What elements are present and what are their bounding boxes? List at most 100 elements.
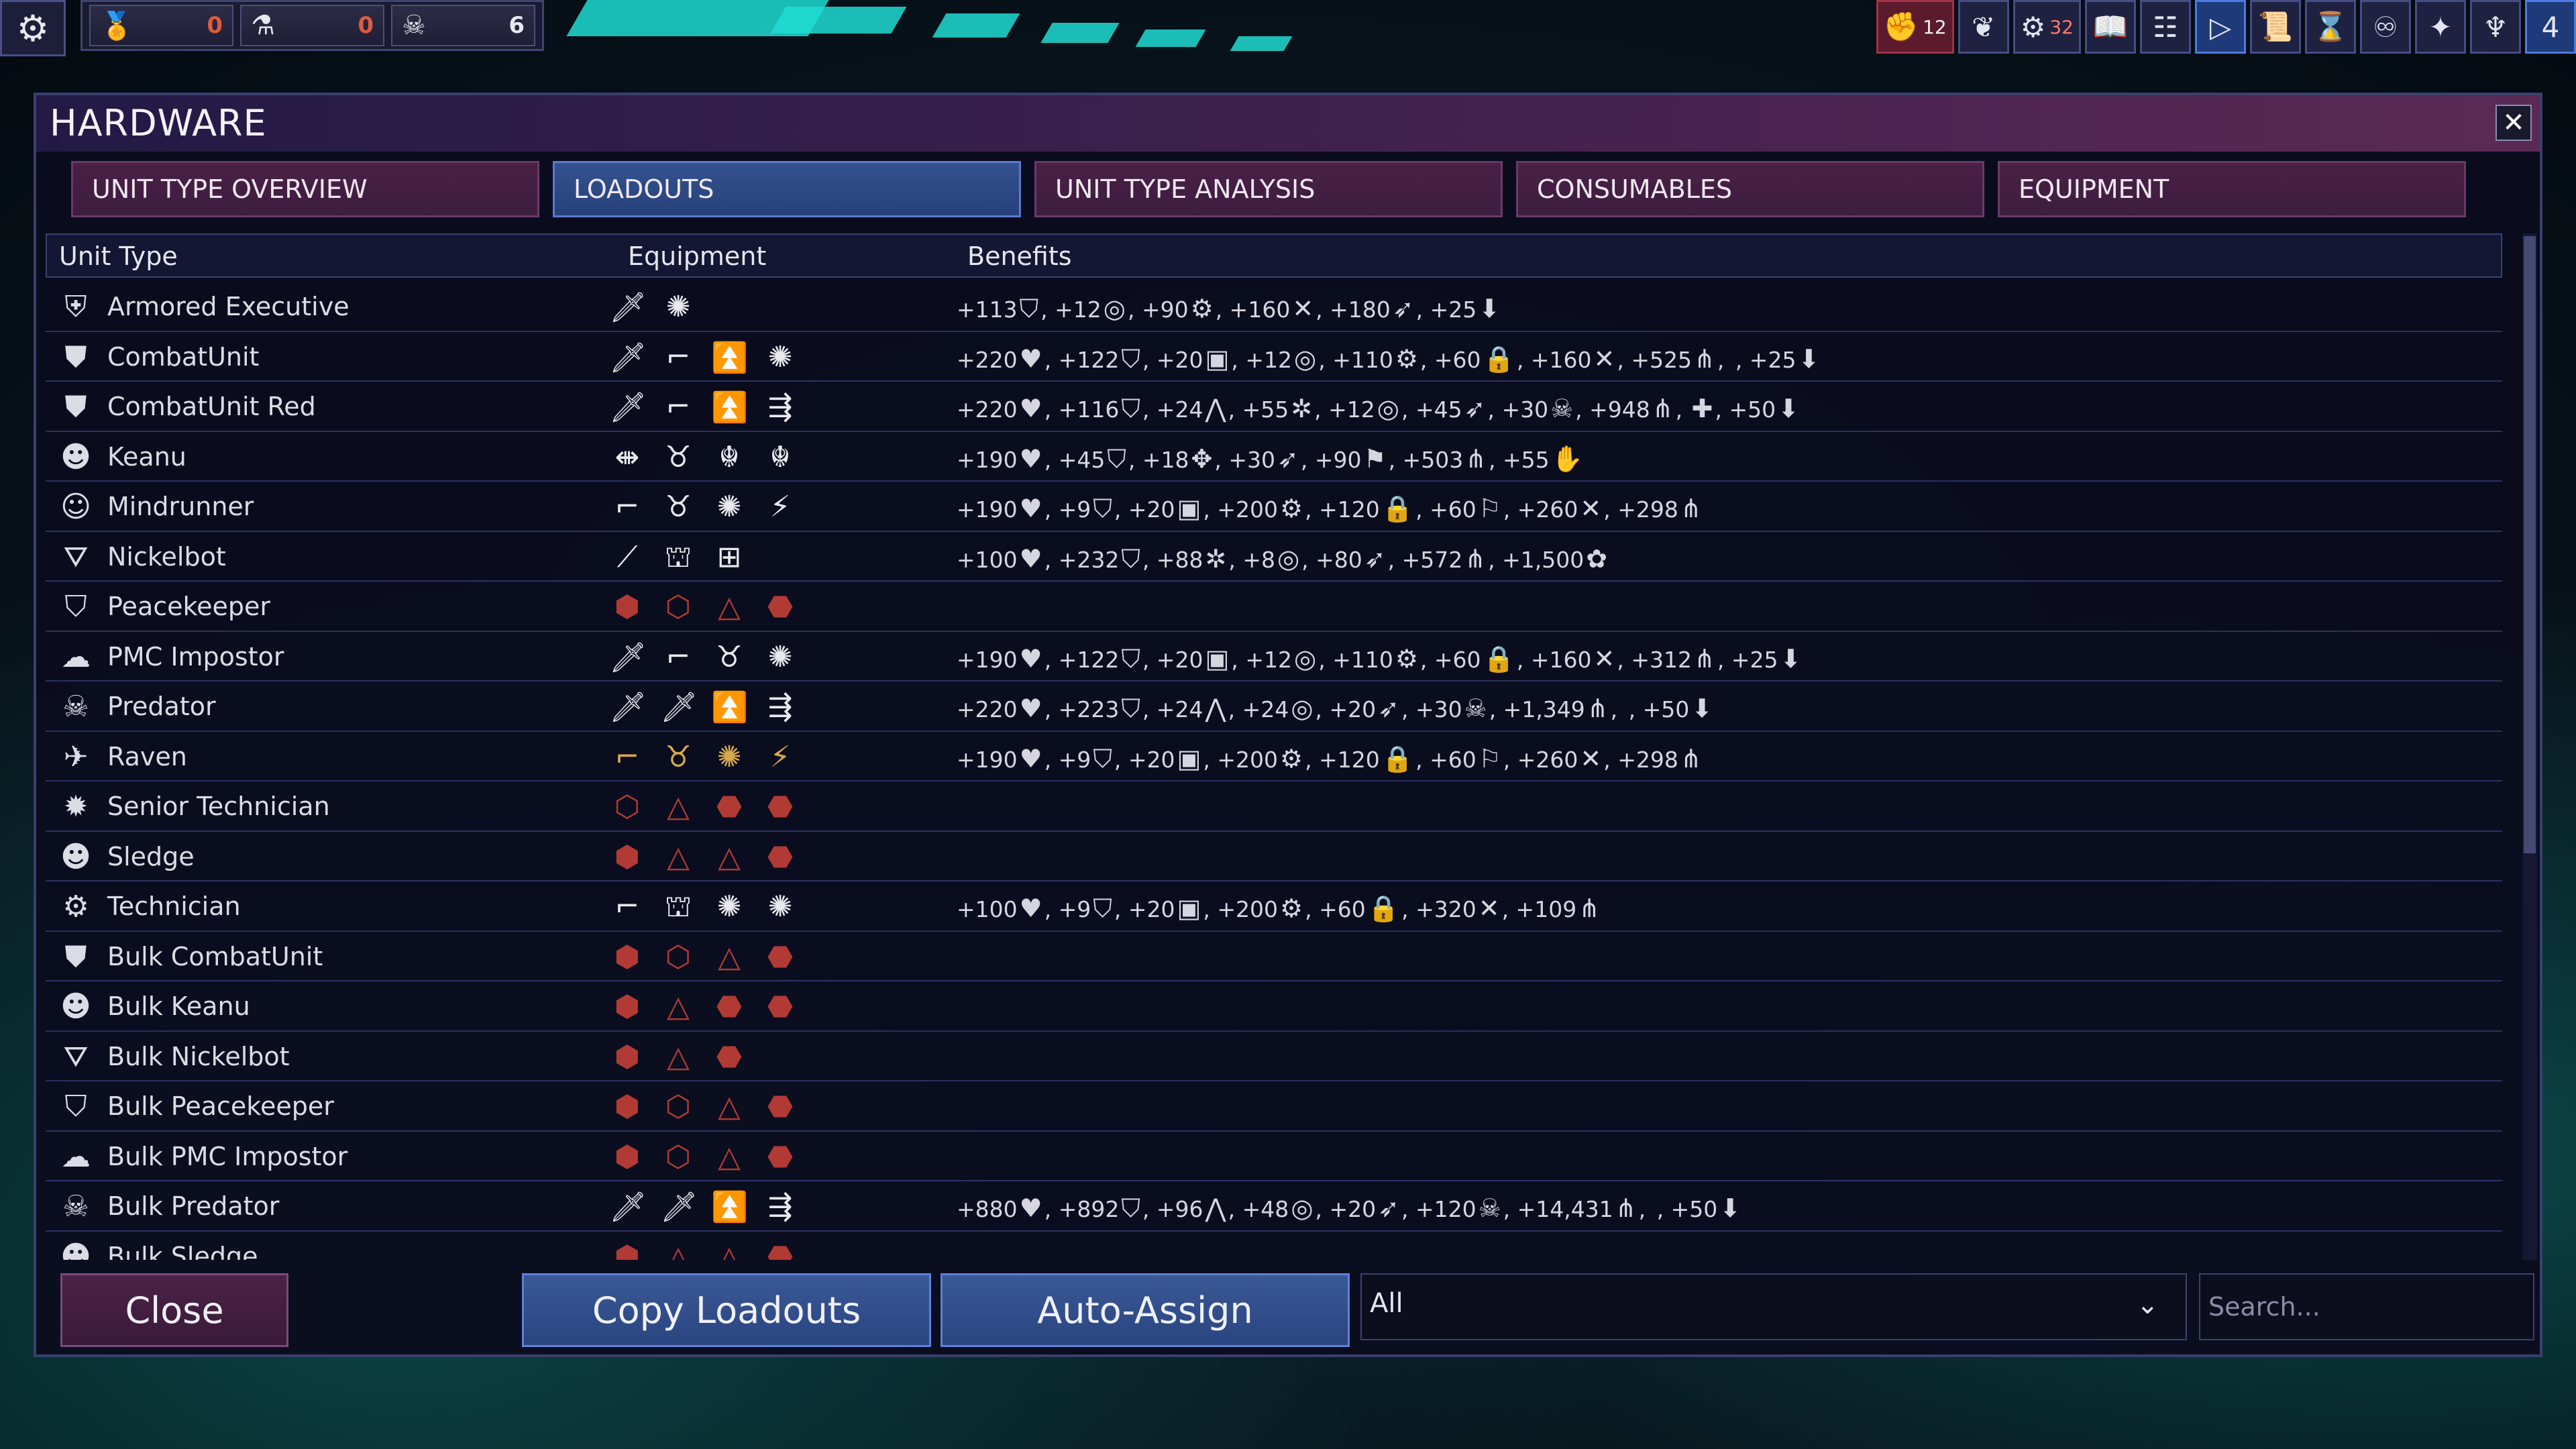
table-row[interactable]: ⛊ Bulk CombatUnit ⬢ ⬡ △ ⬣	[46, 932, 2502, 981]
filter-dropdown[interactable]: All ⌄	[1360, 1273, 2187, 1340]
copy-loadouts-button[interactable]: Copy Loadouts	[522, 1273, 931, 1347]
missing-equipment-icon[interactable]: △	[711, 840, 747, 874]
missing-equipment-icon[interactable]: ⬣	[762, 590, 798, 624]
equipment-icon[interactable]: ☬	[762, 440, 798, 474]
missing-equipment-icon[interactable]: ⬡	[660, 590, 696, 624]
play-button[interactable]: ▷	[2195, 0, 2246, 54]
search-input[interactable]	[2199, 1273, 2534, 1340]
missing-equipment-icon[interactable]: ⬡	[660, 1140, 696, 1174]
hourglass-button[interactable]: ⌛	[2305, 0, 2356, 54]
missing-equipment-icon[interactable]: ⬡	[660, 1089, 696, 1124]
close-button[interactable]: Close	[60, 1273, 288, 1347]
equipment-icon[interactable]: ✺	[762, 340, 798, 375]
table-row[interactable]: ☻ Keanu ⇼ ♉ ☬ ☬ +190♥, +45⛉, +18✥, +30➶, +90⚑,…	[46, 432, 2502, 482]
missing-equipment-icon[interactable]: ⬢	[609, 989, 645, 1024]
table-row[interactable]: ⛉ Peacekeeper ⬢ ⬡ △ ⬣	[46, 582, 2502, 632]
equipment-icon[interactable]: ☬	[711, 440, 747, 474]
equipment-icon[interactable]: ⇶	[762, 1189, 798, 1224]
table-row[interactable]: ⛉ Bulk Peacekeeper ⬢ ⬡ △ ⬣	[46, 1081, 2502, 1132]
number-button[interactable]: 4	[2525, 0, 2576, 54]
table-row[interactable]: ⛊ CombatUnit Red 🗡 ⌐ ⏫ ⇶ +220♥, +116⛉, +24⋀, +…	[46, 382, 2502, 432]
table-row[interactable]: ⚙ Technician ⌐ ⛫ ✺ ✺ +100♥, +9⛉, +20▣, +200⚙, …	[46, 881, 2502, 932]
missing-equipment-icon[interactable]: ⬢	[609, 1240, 645, 1260]
scrollbar-thumb[interactable]	[2524, 236, 2536, 853]
equipment-icon[interactable]: ⚡	[762, 490, 798, 524]
levels-button[interactable]: ☷	[2140, 0, 2191, 54]
missing-equipment-icon[interactable]: △	[660, 840, 696, 874]
equipment-icon[interactable]: ♉	[660, 490, 696, 524]
table-row[interactable]: ☠ Predator 🗡 🗡 ⏫ ⇶ +220♥, +223⛉, +24⋀, +24◎, +…	[46, 682, 2502, 732]
missing-equipment-icon[interactable]: ⬢	[609, 940, 645, 974]
equipment-icon[interactable]: ⇶	[762, 690, 798, 724]
emblem-button[interactable]: ✦	[2415, 0, 2466, 54]
equipment-icon[interactable]: ⌐	[609, 890, 645, 928]
missing-equipment-icon[interactable]: ⬣	[762, 790, 798, 824]
equipment-icon[interactable]: ♉	[660, 440, 696, 474]
equipment-icon[interactable]: ⌐	[609, 490, 645, 524]
table-row[interactable]: ☻ Sledge ⬢ △ △ ⬣	[46, 832, 2502, 881]
equipment-icon[interactable]: ⛫	[660, 890, 696, 928]
equipment-icon[interactable]: ✺	[711, 490, 747, 524]
table-row[interactable]: ☠ Bulk Predator 🗡 🗡 ⏫ ⇶ +880♥, +892⛉, +96⋀, +4…	[46, 1181, 2502, 1232]
equipment-icon[interactable]: ✺	[762, 890, 798, 928]
missing-equipment-icon[interactable]: ⬣	[711, 989, 747, 1024]
missing-equipment-icon[interactable]: ⬢	[609, 1140, 645, 1174]
equipment-icon[interactable]: ♉	[660, 740, 696, 774]
book-button[interactable]: 📖	[2085, 0, 2136, 54]
equipment-icon[interactable]: 🗡	[609, 290, 647, 325]
scroll-button[interactable]: 📜	[2250, 0, 2301, 54]
missing-equipment-icon[interactable]: ⬢	[609, 590, 645, 624]
missing-equipment-icon[interactable]: △	[711, 1240, 747, 1260]
table-row[interactable]: ⛨ Armored Executive 🗡 ✺ +113⛉, +12◎, +90⚙, +…	[46, 282, 2502, 332]
missing-equipment-icon[interactable]: △	[660, 989, 696, 1024]
table-row[interactable]: ⛊ CombatUnit 🗡 ⌐ ⏫ ✺ +220♥, +122⛉, +20▣, +12◎,…	[46, 332, 2502, 382]
table-row[interactable]: ☻ Bulk Sledge ⬢ △ △ ⬣	[46, 1232, 2502, 1260]
auto-assign-button[interactable]: Auto-Assign	[941, 1273, 1350, 1347]
laurel-button[interactable]: ❦	[1957, 0, 2009, 54]
gear-alert-button[interactable]: ⚙ 32	[2012, 0, 2081, 54]
missing-equipment-icon[interactable]: △	[711, 1089, 747, 1124]
table-row[interactable]: ☻ Bulk Keanu ⬢ △ ⬣ ⬣	[46, 981, 2502, 1032]
equipment-icon[interactable]: ⌐	[660, 340, 696, 375]
missing-equipment-icon[interactable]: ⬣	[711, 790, 747, 824]
missing-equipment-icon[interactable]: △	[660, 1240, 696, 1260]
missing-equipment-icon[interactable]: ⬣	[711, 1040, 747, 1074]
close-window-button[interactable]: ✕	[2496, 105, 2532, 141]
table-row[interactable]: ☺ Mindrunner ⌐ ♉ ✺ ⚡ +190♥, +9⛉, +20▣, +200⚙, …	[46, 482, 2502, 532]
trident-button[interactable]: ♆	[2470, 0, 2521, 54]
equipment-icon[interactable]: ⏫	[711, 340, 748, 375]
equipment-icon[interactable]: ⚡	[762, 740, 798, 774]
missing-equipment-icon[interactable]: ⬣	[762, 1089, 798, 1124]
missing-equipment-icon[interactable]: △	[660, 790, 696, 824]
settings-button[interactable]: ⚙	[0, 0, 66, 56]
tab-loadouts[interactable]: LOADOUTS	[553, 161, 1021, 217]
tab-unit-type-analysis[interactable]: UNIT TYPE ANALYSIS	[1034, 161, 1503, 217]
missing-equipment-icon[interactable]: ⬢	[609, 840, 645, 874]
missing-equipment-icon[interactable]: △	[711, 1140, 747, 1174]
equipment-icon[interactable]: ✺	[660, 290, 696, 325]
brain-button[interactable]: ♾	[2360, 0, 2411, 54]
missing-equipment-icon[interactable]: ⬣	[762, 1240, 798, 1260]
missing-equipment-icon[interactable]: △	[711, 590, 747, 624]
fist-button[interactable]: ✊ 12	[1876, 0, 1954, 54]
tab-consumables[interactable]: CONSUMABLES	[1516, 161, 1984, 217]
equipment-icon[interactable]: ⌐	[660, 390, 696, 425]
table-row[interactable]: ⛛ Nickelbot ⟋ ⛫ ⊞ +100♥, +232⛉, +88✲, +8◎, +8…	[46, 532, 2502, 582]
equipment-icon[interactable]: 🗡	[609, 340, 647, 375]
table-row[interactable]: ✈ Raven ⌐ ♉ ✺ ⚡ +190♥, +9⛉, +20▣, +200⚙, +120🔒…	[46, 732, 2502, 782]
missing-equipment-icon[interactable]: ⬢	[609, 1040, 645, 1074]
equipment-icon[interactable]: ⇶	[762, 390, 798, 425]
missing-equipment-icon[interactable]: ⬣	[762, 989, 798, 1024]
missing-equipment-icon[interactable]: ⬣	[762, 1140, 798, 1174]
equipment-icon[interactable]: 🗡	[609, 1189, 647, 1224]
missing-equipment-icon[interactable]: △	[660, 1040, 696, 1074]
missing-equipment-icon[interactable]: ⬣	[762, 940, 798, 974]
tab-equipment[interactable]: EQUIPMENT	[1998, 161, 2466, 217]
table-row[interactable]: ☁ Bulk PMC Impostor ⬢ ⬡ △ ⬣	[46, 1132, 2502, 1181]
equipment-icon[interactable]: 🗡	[609, 390, 647, 425]
equipment-icon[interactable]: 🗡	[609, 640, 647, 675]
scrollbar[interactable]	[2522, 233, 2537, 1260]
equipment-icon[interactable]: ⏫	[711, 1189, 748, 1224]
missing-equipment-icon[interactable]: ⬡	[609, 790, 645, 824]
equipment-icon[interactable]: ⟋	[609, 540, 645, 578]
